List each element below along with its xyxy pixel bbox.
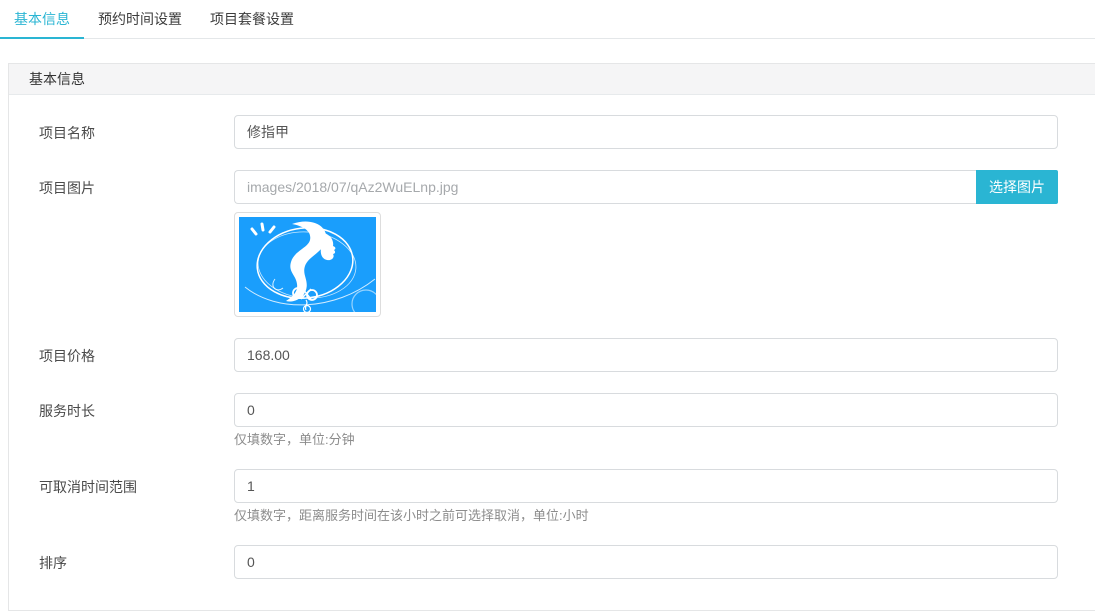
basic-info-panel: 基本信息 项目名称 项目图片 选择图片 xyxy=(8,63,1095,611)
sort-row: 排序 xyxy=(39,545,1095,579)
project-name-input[interactable] xyxy=(234,115,1058,149)
project-image-thumbnail[interactable] xyxy=(234,212,381,317)
project-name-label: 项目名称 xyxy=(39,125,95,141)
service-duration-hint: 仅填数字，单位:分钟 xyxy=(234,432,355,447)
choose-image-button[interactable]: 选择图片 xyxy=(976,170,1058,204)
cancel-range-row: 可取消时间范围 仅填数字，距离服务时间在该小时之前可选择取消，单位:小时 xyxy=(39,469,1095,524)
project-image-label: 项目图片 xyxy=(39,180,95,196)
basic-info-form: 项目名称 项目图片 选择图片 xyxy=(9,95,1095,610)
sort-input[interactable] xyxy=(234,545,1058,579)
beauty-salon-logo-icon xyxy=(239,217,376,312)
service-duration-row: 服务时长 仅填数字，单位:分钟 xyxy=(39,393,1095,448)
project-image-path-input[interactable] xyxy=(234,170,976,204)
cancel-range-input[interactable] xyxy=(234,469,1058,503)
tab-bar: 基本信息 预约时间设置 项目套餐设置 xyxy=(0,0,1095,39)
project-price-input[interactable] xyxy=(234,338,1058,372)
panel-title: 基本信息 xyxy=(9,64,1095,95)
project-image-row: 项目图片 选择图片 xyxy=(39,170,1095,317)
tab-basic-info[interactable]: 基本信息 xyxy=(0,0,84,39)
cancel-range-hint: 仅填数字，距离服务时间在该小时之前可选择取消，单位:小时 xyxy=(234,508,589,523)
cancel-range-label: 可取消时间范围 xyxy=(39,479,137,495)
sort-label: 排序 xyxy=(39,555,67,571)
service-duration-label: 服务时长 xyxy=(39,403,95,419)
tab-booking-time-settings[interactable]: 预约时间设置 xyxy=(84,0,196,38)
project-name-row: 项目名称 xyxy=(39,115,1095,149)
tab-package-settings[interactable]: 项目套餐设置 xyxy=(196,0,308,38)
project-price-row: 项目价格 xyxy=(39,338,1095,372)
project-price-label: 项目价格 xyxy=(39,348,95,364)
service-duration-input[interactable] xyxy=(234,393,1058,427)
